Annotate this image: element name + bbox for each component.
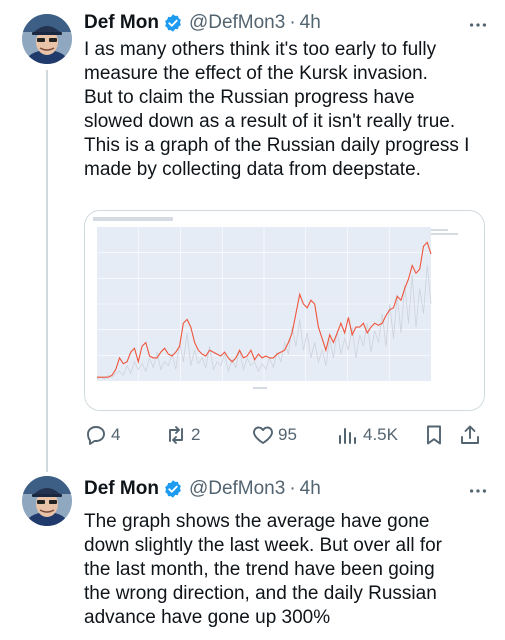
verified-badge-icon bbox=[165, 480, 181, 498]
bookmark-button[interactable] bbox=[422, 420, 446, 450]
tweet-text: The graph shows the average have gone do… bbox=[84, 510, 495, 630]
tweet-actions: 4 2 95 4.5K bbox=[84, 420, 494, 450]
avatar-photo bbox=[22, 476, 72, 526]
tweet-header: Def Mon @DefMon3 · 4h bbox=[84, 10, 493, 36]
like-count: 95 bbox=[278, 425, 297, 444]
progress-chart bbox=[85, 211, 484, 410]
thread-line bbox=[46, 70, 48, 472]
repost-count: 2 bbox=[191, 425, 201, 444]
author-name[interactable]: Def Mon bbox=[84, 478, 159, 500]
timestamp[interactable]: 4h bbox=[300, 478, 321, 500]
avatar[interactable] bbox=[22, 476, 72, 526]
text-line: slowed down as a result of it isn't real… bbox=[84, 111, 456, 132]
verified-badge-icon bbox=[165, 14, 181, 32]
separator-dot: · bbox=[289, 12, 296, 33]
reply-icon bbox=[87, 426, 105, 445]
views-icon bbox=[339, 428, 356, 444]
chart-image[interactable] bbox=[84, 210, 485, 411]
text-line: measure the effect of the Kursk invasion… bbox=[84, 63, 428, 84]
views-button[interactable]: 4.5K bbox=[336, 420, 398, 450]
more-icon[interactable] bbox=[467, 480, 489, 502]
tweet[interactable]: Def Mon @DefMon3 · 4h I as many others t… bbox=[0, 0, 505, 472]
author-name[interactable]: Def Mon bbox=[84, 12, 159, 34]
like-button[interactable]: 95 bbox=[251, 420, 297, 450]
thread-line bbox=[46, 462, 48, 470]
author-handle[interactable]: @DefMon3 bbox=[189, 478, 285, 500]
text-line: the wrong direction, and the daily Russi… bbox=[84, 583, 437, 604]
text-line: I as many others think it's too early to… bbox=[84, 39, 437, 60]
text-line: But to claim the Russian progress have bbox=[84, 87, 415, 108]
text-line: This is a graph of the Russian daily pro… bbox=[84, 135, 470, 156]
separator-dot: · bbox=[289, 478, 296, 499]
author-handle[interactable]: @DefMon3 bbox=[189, 12, 285, 34]
share-icon bbox=[461, 425, 479, 444]
avatar-photo bbox=[22, 14, 72, 64]
text-line: advance have gone up 300% bbox=[84, 607, 331, 628]
avatar[interactable] bbox=[22, 14, 72, 64]
text-line: the last month, the trend have been goin… bbox=[84, 559, 435, 580]
repost-button[interactable]: 2 bbox=[164, 420, 200, 450]
text-line: made by collecting data from deepstate. bbox=[84, 159, 421, 180]
like-icon bbox=[253, 426, 273, 444]
repost-icon bbox=[169, 426, 183, 444]
tweet[interactable]: Def Mon @DefMon3 · 4h The graph shows th… bbox=[0, 462, 505, 640]
share-button[interactable] bbox=[458, 420, 482, 450]
chart-title-illegible bbox=[93, 217, 173, 221]
more-icon[interactable] bbox=[467, 14, 489, 36]
tweet-header: Def Mon @DefMon3 · 4h bbox=[84, 476, 493, 502]
bookmark-icon bbox=[427, 425, 441, 445]
views-count: 4.5K bbox=[363, 425, 398, 444]
text-line: down slightly the last week. But over al… bbox=[84, 535, 443, 556]
reply-count: 4 bbox=[111, 425, 121, 444]
text-line: The graph shows the average have gone bbox=[84, 511, 430, 532]
timestamp[interactable]: 4h bbox=[300, 12, 321, 34]
reply-button[interactable]: 4 bbox=[84, 420, 120, 450]
tweet-text: I as many others think it's too early to… bbox=[84, 38, 495, 182]
x-axis-label-illegible bbox=[253, 387, 267, 389]
